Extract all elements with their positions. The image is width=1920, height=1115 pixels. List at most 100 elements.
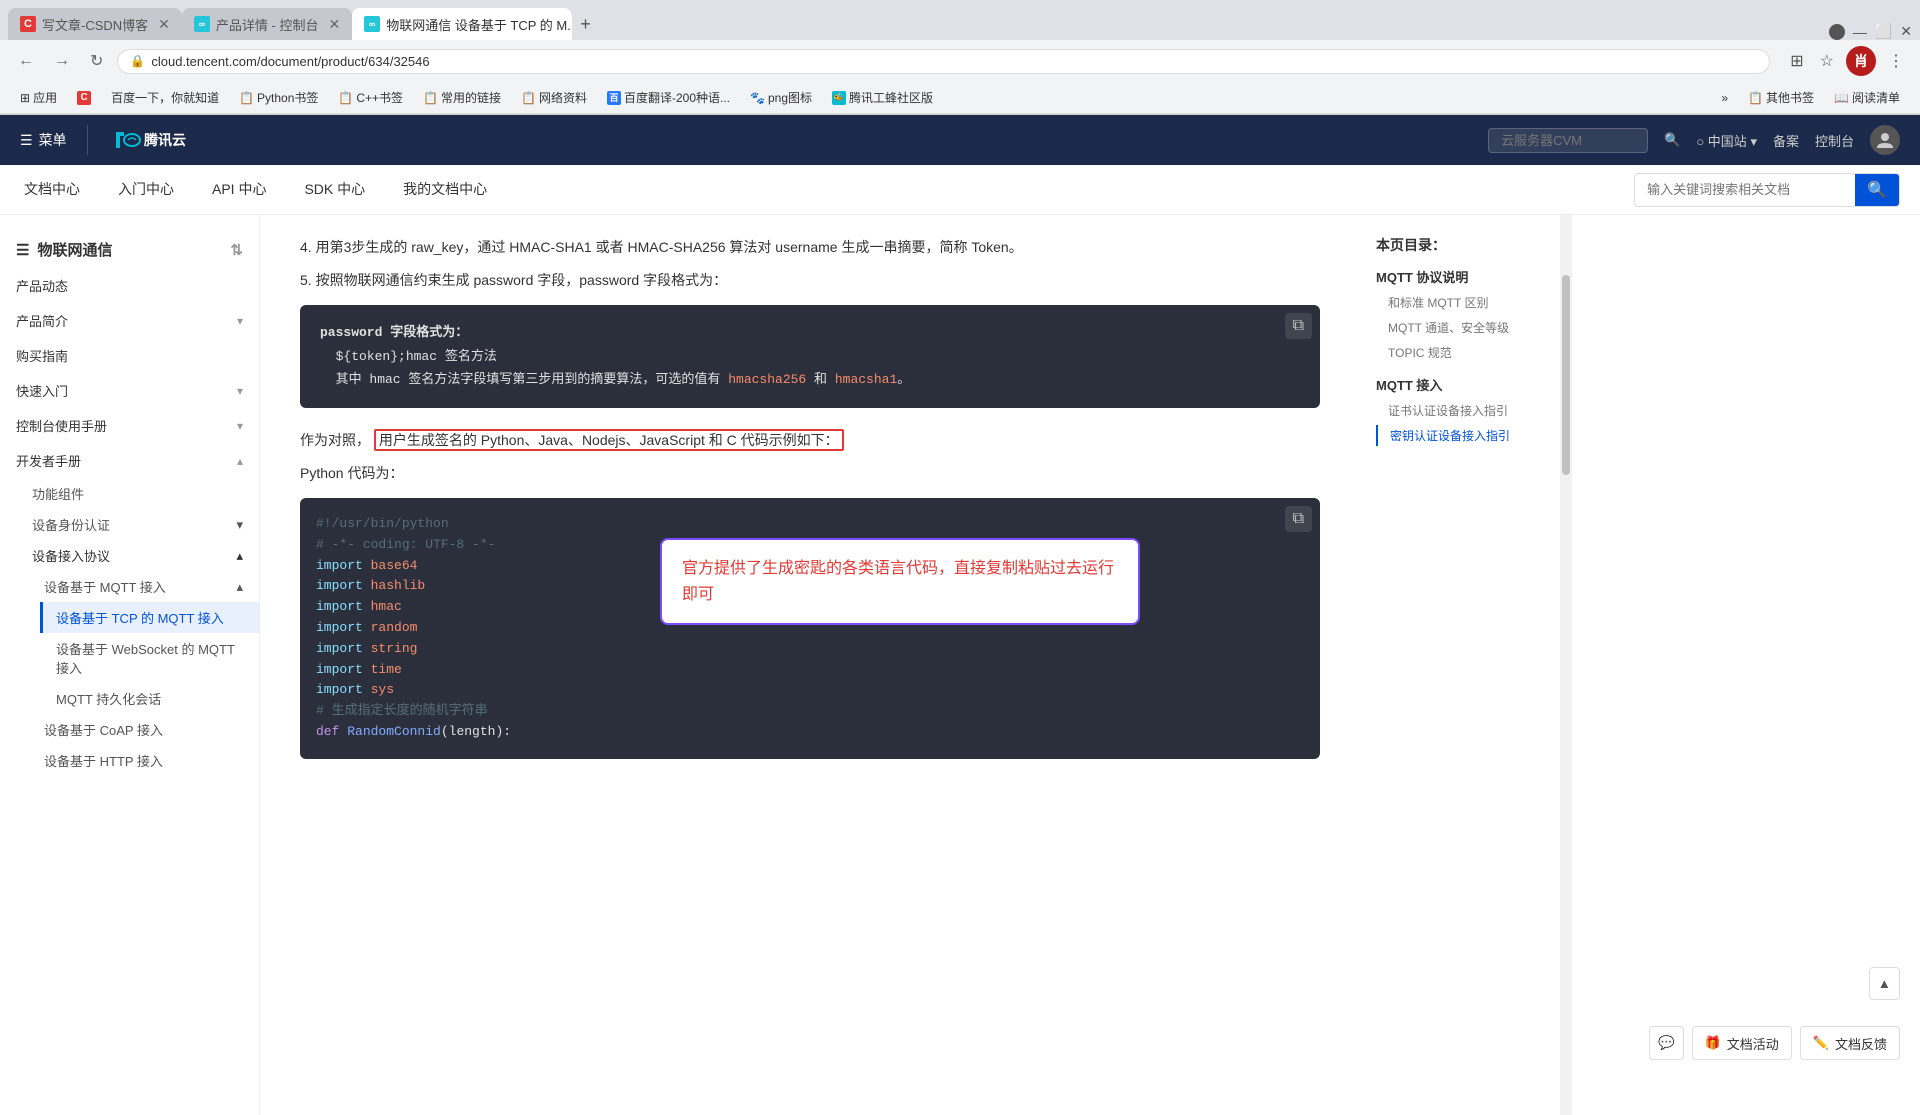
sidebar-tcp-mqtt[interactable]: 设备基于 TCP 的 MQTT 接入 [40,602,259,633]
password-title: password 字段格式为： [320,321,1300,344]
sidebar-item-purchase[interactable]: 购买指南 [0,338,259,373]
bookmark-cpp[interactable]: 📋 C++书签 [330,87,411,108]
scrollbar-thumb[interactable] [1562,275,1570,475]
doc-nav-my[interactable]: 我的文档中心 [399,165,491,215]
toc-cert-auth[interactable]: 证书认证设备接入指引 [1376,400,1544,421]
doc-nav-api[interactable]: API 中心 [208,165,270,215]
grid-view-button[interactable]: ⊞ [1786,47,1807,75]
toc-title: 本页目录： [1376,235,1544,255]
toc-section-access[interactable]: MQTT 接入 [1376,375,1544,394]
sidebar-item-intro[interactable]: 产品简介 ▾ [0,303,259,338]
others-bm-label: 其他书签 [1766,89,1814,106]
refresh-button[interactable]: ↻ [84,47,109,75]
sidebar-mqtt-item[interactable]: 设备基于 MQTT 接入 ▴ [28,571,259,602]
sidebar-item-dev[interactable]: 开发者手册 ▴ [0,443,259,478]
maximize-button[interactable]: ⬜ [1875,23,1892,40]
user-avatar[interactable]: 肖 [1846,46,1876,76]
toc-standard-diff[interactable]: 和标准 MQTT 区别 [1376,292,1544,313]
doc-nav-intro[interactable]: 入门中心 [114,165,178,215]
sidebar-dynamic-label: 产品动态 [16,276,68,295]
address-bar[interactable]: 🔒 cloud.tencent.com/document/product/634… [117,49,1770,74]
doc-search: 🔍 [1634,173,1900,207]
sidebar-quickstart-arrow: ▾ [237,384,243,398]
tab-close-csdn[interactable]: ✕ [158,16,170,33]
doc-search-input[interactable] [1635,176,1855,203]
edit-icon: ✏️ [1813,1035,1829,1051]
doc-activity-button[interactable]: 🎁 文档活动 [1692,1026,1792,1060]
step5-text: 5. 按照物联网通信约束生成 password 字段，password 字段格式… [300,268,1320,293]
code-copy-button[interactable]: ⧉ [1285,506,1312,532]
sidebar-coap[interactable]: 设备基于 CoAP 接入 [28,714,259,745]
bookmark-more[interactable]: » [1713,89,1736,107]
sidebar-sub-features[interactable]: 功能组件 [16,478,259,509]
doc-feedback-button[interactable]: ✏️ 文档反馈 [1800,1026,1900,1060]
lock-icon: 🔒 [130,54,145,68]
tab-csdn[interactable]: C 写文章-CSDN博客 ✕ [8,8,182,40]
sidebar-mqtt-persistent[interactable]: MQTT 持久化会话 [40,683,259,714]
toc-topic-spec[interactable]: TOPIC 规范 [1376,342,1544,363]
toc-channel-security[interactable]: MQTT 通道、安全等级 [1376,317,1544,338]
bookmark-links[interactable]: 📋 常用的链接 [415,87,509,108]
backup-link[interactable]: 备案 [1773,131,1799,150]
region-selector[interactable]: ○ 中国站 ▾ [1696,131,1757,150]
scrollbar-track[interactable] [1560,215,1572,1115]
mqtt-persistent-label: MQTT 持久化会话 [56,692,161,707]
png-label: png图标 [768,89,812,106]
menu-toggle[interactable]: ☰ 菜单 [20,130,67,150]
back-button[interactable]: ← [12,48,40,74]
features-label: 功能组件 [32,484,84,503]
doc-nav-docs[interactable]: 文档中心 [20,165,84,215]
sidebar-sub-device-auth[interactable]: 设备身份认证 ▾ [16,509,259,540]
forward-button[interactable]: → [48,48,76,74]
tab-iot[interactable]: ∞ 物联网通信 设备基于 TCP 的 M... ✕ [352,8,572,40]
sidebar-ws-mqtt[interactable]: 设备基于 WebSocket 的 MQTT 接入 [40,633,259,683]
sidebar-item-quickstart[interactable]: 快速入门 ▾ [0,373,259,408]
baidu-label: 百度一下，你就知道 [111,89,219,106]
address-text: cloud.tencent.com/document/product/634/3… [151,54,429,69]
bookmark-network[interactable]: 📋 网络资料 [513,87,595,108]
sidebar-item-console[interactable]: 控制台使用手册 ▾ [0,408,259,443]
tab-console[interactable]: ∞ 产品详情 - 控制台 ✕ [182,8,352,40]
bookmark-tencent-bee[interactable]: 🐝 腾讯工蜂社区版 [824,87,941,108]
password-label: password 字段格式为： [320,325,468,340]
scroll-top-button[interactable]: ▲ [1869,967,1900,1000]
doc-nav-sdk[interactable]: SDK 中心 [300,165,369,215]
bookmark-png[interactable]: 🐾 png图标 [742,87,820,108]
highlight-text: 用户生成签名的 Python、Java、Nodejs、JavaScript 和 … [374,429,844,451]
chat-button[interactable]: 💬 [1649,1026,1684,1060]
password-token: ${token};hmac 签名方法 [336,349,497,364]
tc-search-input[interactable] [1488,128,1648,153]
sidebar-sub-protocol[interactable]: 设备接入协议 ▴ [16,540,259,571]
bookmark-reading-list[interactable]: 📖 阅读清单 [1826,87,1908,108]
user-account-icon[interactable] [1870,125,1900,155]
sidebar-http[interactable]: 设备基于 HTTP 接入 [28,745,259,776]
sidebar-expand-icon[interactable]: ⇅ [230,241,243,259]
doc-activity-label: 文档活动 [1727,1034,1779,1053]
console-link[interactable]: 控制台 [1815,131,1854,150]
close-button[interactable]: ✕ [1900,23,1912,40]
tab-close-console[interactable]: ✕ [328,16,340,33]
tc-search-button[interactable]: 🔍 [1664,132,1680,148]
password-copy-button[interactable]: ⧉ [1285,313,1312,339]
bookmark-baidu[interactable]: 百度一下，你就知道 [103,87,227,108]
bookmark-python[interactable]: 📋 Python书签 [231,87,326,108]
bookmark-csdn-icon[interactable]: C [69,89,99,107]
reading-list-icon: 📖 [1834,91,1849,105]
minimize-button[interactable]: — [1853,24,1867,40]
profile-icon[interactable] [1829,24,1845,40]
toc-section-mqtt[interactable]: MQTT 协议说明 [1376,267,1544,286]
bookmark-baidu-trans[interactable]: 百 百度翻译-200种语... [599,87,738,108]
tab-bar: C 写文章-CSDN博客 ✕ ∞ 产品详情 - 控制台 ✕ ∞ 物联网通信 设备… [0,0,1920,40]
menu-button[interactable]: ⋮ [1884,47,1908,75]
doc-nav: 文档中心 入门中心 API 中心 SDK 中心 我的文档中心 🔍 [0,165,1920,215]
account-svg [1875,130,1895,150]
sidebar-item-dynamic[interactable]: 产品动态 [0,268,259,303]
bookmark-others[interactable]: 📋 其他书签 [1740,87,1822,108]
doc-search-button[interactable]: 🔍 [1855,174,1899,206]
toc-key-auth[interactable]: 密钥认证设备接入指引 [1376,425,1544,446]
new-tab-button[interactable]: + [572,8,599,40]
sidebar-collapse-icon[interactable]: ☰ [16,241,29,259]
comparison-text: 作为对照， 用户生成签名的 Python、Java、Nodejs、JavaScr… [300,428,1320,453]
bookmark-apps[interactable]: ⊞ 应用 [12,87,65,108]
bookmark-button[interactable]: ☆ [1816,47,1838,75]
